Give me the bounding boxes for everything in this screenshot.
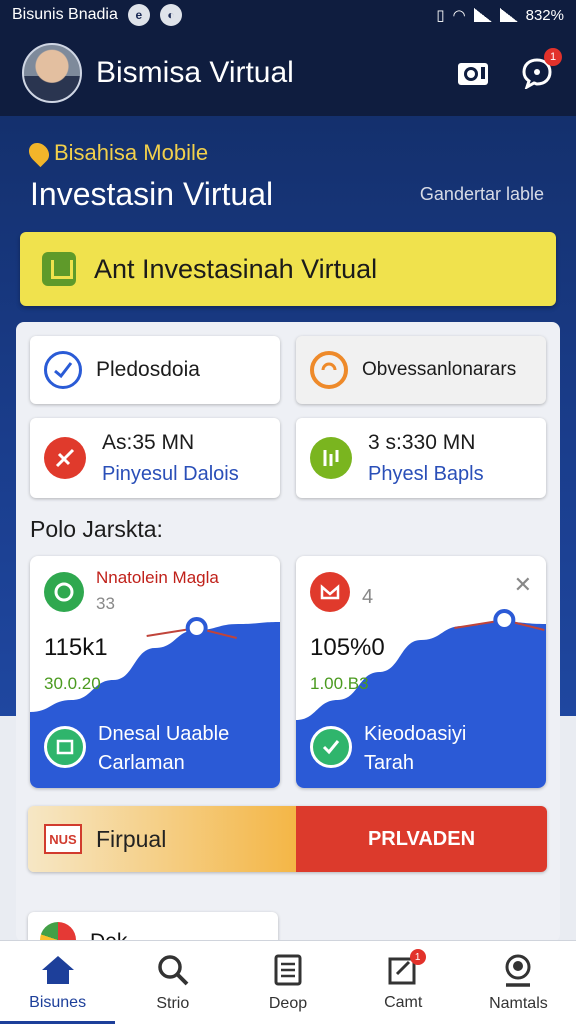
hero-subtitle-row: Bisahisa Mobile [24, 138, 209, 168]
nav-item-camt[interactable]: 1 Camt [346, 941, 461, 1024]
chart-marker [493, 609, 516, 631]
nav-label: Bisunes [29, 993, 87, 1011]
carrier-name: Bisunis Bnadia [12, 6, 118, 23]
wallet-icon [44, 726, 86, 768]
notification-app-icon: e [127, 4, 150, 26]
chat-button[interactable]: 1 [520, 48, 562, 90]
check-shield-icon [44, 351, 82, 389]
no-entry-icon [44, 437, 86, 479]
home-icon [41, 955, 74, 984]
nav-badge: 1 [409, 949, 426, 965]
camera-icon [458, 63, 488, 85]
banner-left-text: Firpual [96, 825, 167, 852]
news-icon: NUS [44, 824, 82, 854]
app-bar: Bismisa Virtual 1 [0, 30, 576, 116]
wifi-icon: ◠ [452, 7, 466, 24]
signal-icon [473, 8, 492, 22]
signal-icon-2 [499, 8, 518, 22]
card-sub: 33 [96, 594, 115, 613]
shield-icon [42, 252, 76, 286]
stat-card-2[interactable]: 3 s:330 MN Phyesl Bapls [296, 418, 546, 498]
mail-icon [310, 572, 350, 612]
document-icon [310, 437, 352, 479]
chat-bubble-icon [310, 351, 348, 389]
card-delta: 30.0.20 [44, 674, 101, 693]
avatar[interactable] [22, 43, 82, 103]
nav-item-namtals[interactable]: Namtals [461, 941, 576, 1024]
portfolio-card-2[interactable]: 4 ✕ 105%0 1.00.B3 Kieodoasiyi Tarah [296, 556, 546, 788]
card-value: 105%0 [310, 634, 385, 661]
nav-label: Camt [384, 993, 423, 1011]
status-bar: Bisunis Bnadia e ◐ ▯ ◠ 832% [0, 0, 576, 30]
chat-badge: 1 [544, 48, 562, 66]
search-icon [158, 954, 189, 985]
close-icon[interactable]: ✕ [514, 572, 532, 598]
card-delta: 1.00.B3 [310, 674, 369, 693]
camera-button[interactable] [456, 56, 490, 90]
nav-item-deop[interactable]: Deop [230, 941, 345, 1024]
chart-marker [185, 617, 208, 639]
quick-action-label: Pledosdoia [96, 358, 200, 381]
card-footer: Dnesal Uaable Carlaman [98, 720, 229, 778]
hero-link[interactable]: Gandertar lable [420, 184, 544, 205]
quick-action-2[interactable]: Obvessanlonarars [296, 336, 546, 404]
portfolio-card-1[interactable]: Nnatolein Magla 33 115k1 30.0.20 Dnesal … [30, 556, 280, 788]
quick-action-label: Obvessanlonarars [362, 359, 517, 380]
section-label: Polo Jarskta: [30, 516, 163, 542]
nav-label: Strio [156, 994, 190, 1012]
card-footer-line1: Kieodoasiyi [364, 723, 467, 745]
vibrate-icon: ▯ [436, 7, 445, 24]
stat-caption: Pinyesul Dalois [102, 462, 239, 485]
banner-action-button[interactable]: PRLVADEN [296, 806, 547, 872]
check-icon [310, 726, 352, 768]
stat-value: As:35 MN [102, 430, 195, 454]
whatsapp-icon [44, 572, 84, 612]
nav-item-strio[interactable]: Strio [115, 941, 230, 1024]
card-value: 115k1 [44, 634, 108, 661]
location-pin-icon [24, 138, 54, 168]
nav-label: Deop [268, 994, 308, 1012]
clipboard-icon [274, 954, 302, 985]
quick-action-1[interactable]: Pledosdoia [30, 336, 280, 404]
battery-level: 832% [525, 6, 564, 24]
stat-value: 3 s:330 MN [368, 430, 476, 454]
invest-cta-button[interactable]: Ant Investasinah Virtual [20, 232, 556, 306]
nav-label: Namtals [489, 994, 548, 1012]
card-footer-line1: Dnesal Uaable [98, 723, 230, 745]
card-sub: 4 [362, 586, 374, 608]
stat-caption: Phyesl Bapls [368, 462, 484, 485]
banner-left[interactable]: NUS Firpual [28, 806, 296, 872]
card-footer-line2: Tarah [364, 752, 415, 774]
card-footer-line2: Carlaman [98, 752, 185, 774]
nav-item-bisunes[interactable]: Bisunes [0, 941, 116, 1024]
app-title: Bismisa Virtual [96, 56, 294, 89]
hero-title: Investasin Virtual [30, 176, 274, 212]
profile-icon [505, 954, 531, 987]
card-name: Nnatolein Magla [96, 568, 219, 587]
hero-subtitle: Bisahisa Mobile [54, 140, 209, 165]
promo-banner[interactable]: NUS Firpual PRLVADEN [28, 806, 547, 872]
notification-app-icon-2: ◐ [159, 4, 182, 26]
bottom-nav: Bisunes Strio Deop 1 Camt Namtals [0, 940, 576, 1024]
card-footer: Kieodoasiyi Tarah [364, 720, 466, 778]
stat-card-1[interactable]: As:35 MN Pinyesul Dalois [30, 418, 280, 498]
cta-label: Ant Investasinah Virtual [94, 253, 378, 284]
